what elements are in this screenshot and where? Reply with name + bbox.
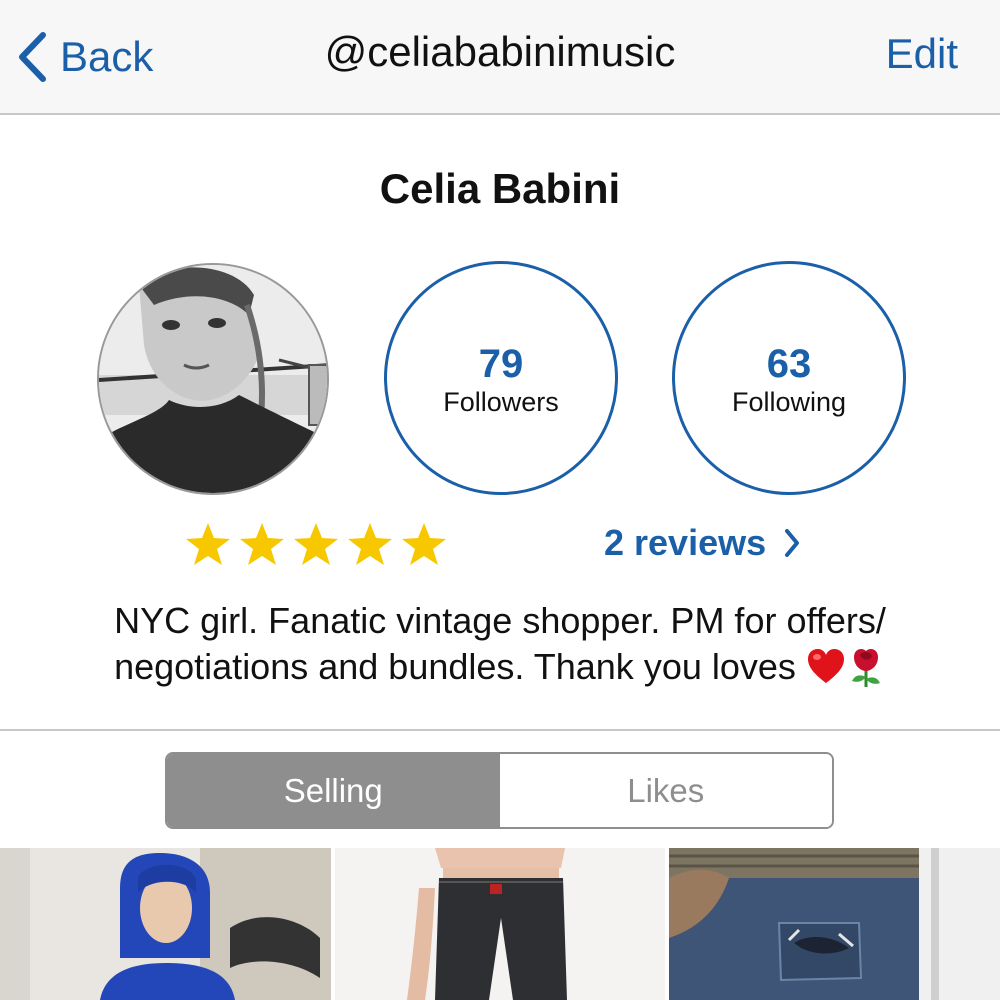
bio-line-1: NYC girl. Fanatic vintage shopper. PM fo… (114, 600, 886, 641)
edit-button[interactable]: Edit (886, 30, 958, 78)
listing-thumbnail[interactable] (0, 848, 331, 1000)
following-count: 63 (766, 342, 812, 386)
red-heart-icon (807, 649, 844, 683)
reviews-link[interactable]: 2 reviews (604, 522, 800, 564)
star-icon (402, 523, 446, 565)
reviews-label: 2 reviews (604, 522, 767, 563)
star-icon (186, 523, 230, 565)
chevron-right-icon (785, 529, 800, 557)
section-divider (0, 729, 1000, 731)
profile-name: Celia Babini (379, 165, 621, 212)
following-stat[interactable]: 63 Following (672, 261, 906, 495)
star-icon (348, 523, 392, 565)
avatar[interactable] (97, 263, 329, 495)
tab-selling[interactable]: Selling (167, 754, 500, 827)
listing-photo-jeans-icon (334, 848, 666, 1000)
bio-line-2-text: negotiations and bundles. Thank you love… (114, 646, 796, 687)
followers-count: 79 (478, 342, 524, 386)
rating-stars (184, 520, 448, 568)
listing-photo-ripped-denim-icon (669, 848, 1000, 1000)
listing-thumbnail[interactable] (334, 848, 666, 1000)
followers-stat[interactable]: 79 Followers (384, 261, 618, 495)
tab-switcher: Selling Likes (165, 752, 834, 829)
star-icon (294, 523, 338, 565)
profile-bio: NYC girl. Fanatic vintage shopper. PM fo… (30, 598, 970, 690)
rose-icon (851, 649, 880, 687)
star-icon (240, 523, 284, 565)
navigation-bar: Back @celiababinimusic Edit (0, 0, 1000, 115)
bio-line-2: negotiations and bundles. Thank you love… (30, 644, 970, 690)
back-button[interactable]: Back (18, 22, 153, 92)
back-label: Back (60, 33, 154, 80)
followers-label: Followers (443, 387, 559, 417)
chevron-left-icon (19, 32, 46, 82)
tab-likes[interactable]: Likes (499, 754, 832, 827)
following-label: Following (731, 387, 847, 417)
listing-grid (0, 848, 1000, 1000)
listing-photo-hoodie-icon (0, 848, 331, 1000)
profile-photo-icon (99, 265, 327, 493)
listing-thumbnail[interactable] (669, 848, 1000, 1000)
